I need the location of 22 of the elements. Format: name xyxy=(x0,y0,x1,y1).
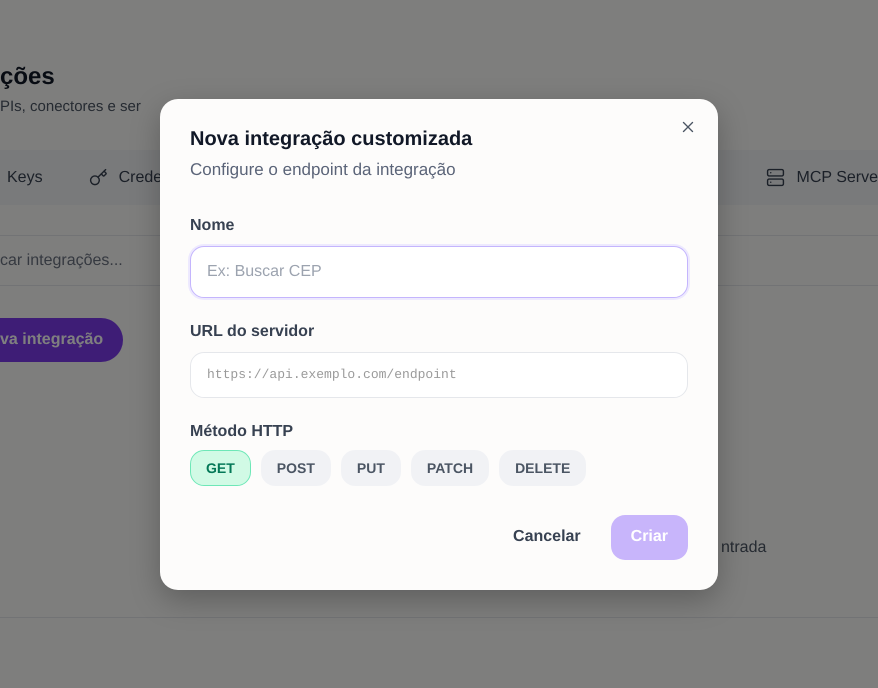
empty-state-text: ntrada xyxy=(721,539,766,557)
method-option[interactable]: POST xyxy=(260,450,331,486)
new-integration-button[interactable]: va integração xyxy=(0,318,124,362)
method-option[interactable]: PATCH xyxy=(410,450,490,486)
dialog-title: Nova integração customizada xyxy=(190,126,472,152)
method-option[interactable]: DELETE xyxy=(499,450,586,486)
method-option[interactable]: PUT xyxy=(340,450,401,486)
field-label: Nome xyxy=(190,216,236,236)
tab[interactable]: MCP Serve xyxy=(766,162,878,193)
key-icon xyxy=(88,168,108,187)
field-label: URL do servidor xyxy=(190,322,316,342)
search-field[interactable]: car integrações... xyxy=(0,246,150,276)
page-title: ções xyxy=(0,63,56,91)
server-icon xyxy=(766,168,786,187)
method-option[interactable]: GET xyxy=(190,450,251,486)
input-field[interactable]: Ex: Buscar CEP xyxy=(190,246,688,298)
page-subtitle: PIs, conectores e ser xyxy=(0,97,142,117)
field-label: Método HTTP xyxy=(190,422,294,442)
cancel-button[interactable]: Cancelar xyxy=(497,514,597,560)
dialog-subtitle: Configure o endpoint da integração xyxy=(190,158,457,180)
tab[interactable]: Keys xyxy=(7,162,43,192)
tab[interactable]: Crede xyxy=(88,162,162,193)
